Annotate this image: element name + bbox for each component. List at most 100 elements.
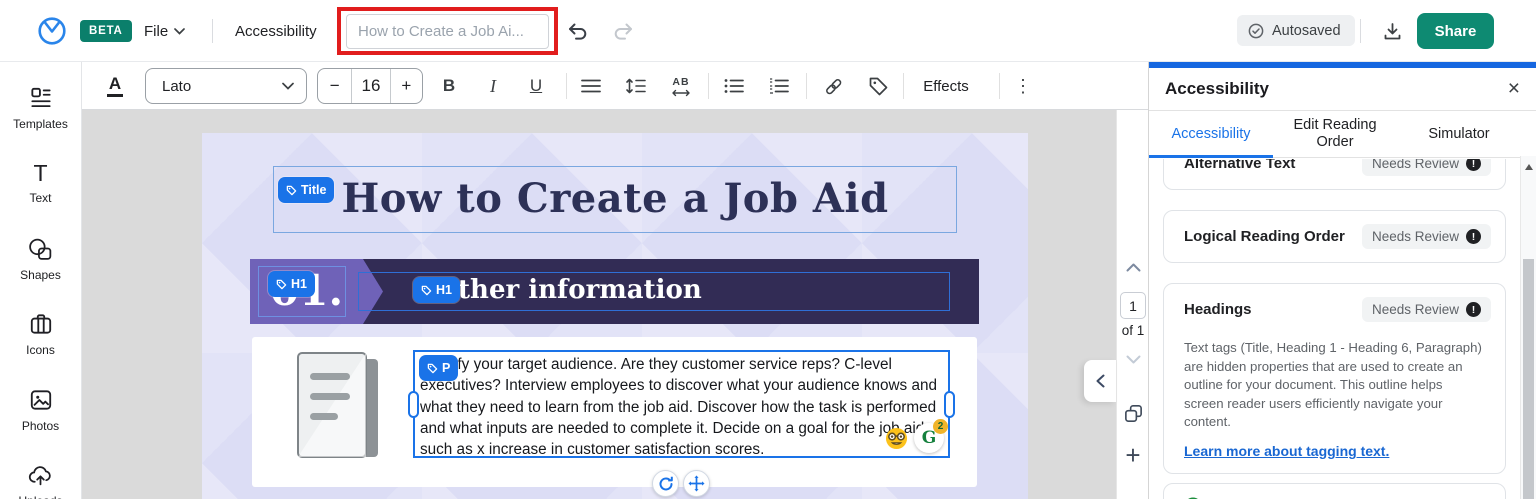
divider (999, 73, 1000, 99)
upload-cloud-icon (28, 466, 51, 486)
chevron-up-icon (1126, 263, 1140, 272)
venngage-editor: BETA File Accessibility How to Create a … (0, 0, 1536, 499)
share-button[interactable]: Share (1417, 13, 1494, 49)
rotate-button[interactable] (652, 470, 679, 497)
letter-spacing-button[interactable]: AB (666, 62, 696, 110)
beta-badge: BETA (80, 20, 132, 42)
divider (212, 19, 213, 43)
underline-button[interactable]: U (523, 62, 549, 110)
needs-review-badge[interactable]: Needs Review ! (1361, 224, 1491, 249)
link-button[interactable] (818, 62, 848, 110)
current-page-indicator[interactable]: 1 (1120, 292, 1146, 319)
paragraph-text: Identify your target audience. Are they … (420, 356, 937, 459)
autosaved-status: Autosaved (1237, 15, 1355, 46)
sidebar-item-shapes[interactable]: Shapes (0, 221, 81, 297)
sidebar-item-text[interactable]: T Text (0, 146, 81, 222)
sidebar-item-templates[interactable]: Templates (0, 70, 81, 146)
font-size-increase-button[interactable]: + (389, 69, 422, 103)
title-textbox[interactable]: How to Create a Job Aid Title (273, 166, 957, 233)
bullet-list-button[interactable] (720, 62, 748, 110)
page-up-button[interactable] (1117, 263, 1149, 272)
page-down-button[interactable] (1117, 355, 1149, 364)
close-icon[interactable]: × (1508, 78, 1520, 99)
alternative-text-card[interactable]: Alternative Text Needs Review ! (1163, 159, 1506, 190)
rotate-icon (659, 476, 673, 490)
panel-collapse-handle[interactable] (1084, 360, 1116, 402)
page-count-label: of 1 (1121, 323, 1145, 338)
alert-count-icon: ! (1466, 302, 1481, 317)
grammarly-icon[interactable]: G 2 (914, 419, 948, 453)
scrollbar-thumb[interactable] (1523, 259, 1534, 499)
venngage-logo-icon[interactable] (37, 16, 67, 46)
panel-scrollbar[interactable] (1520, 156, 1536, 499)
design-page[interactable]: How to Create a Job Aid Title 01. (202, 133, 1028, 499)
paragraph-textbox[interactable]: Identify your target audience. Are they … (408, 350, 955, 459)
title-tag-badge[interactable]: Title (278, 177, 335, 203)
more-options-button[interactable]: ⋮ (1010, 62, 1036, 110)
infographic-title: How to Create a Job Aid (341, 175, 889, 222)
numbered-list-button[interactable] (765, 62, 793, 110)
align-icon (581, 79, 601, 93)
tab-accessibility[interactable]: Accessibility (1149, 111, 1273, 158)
accessibility-menu[interactable]: Accessibility (235, 0, 317, 62)
heading-textbox[interactable]: Gather information H1 (358, 272, 950, 311)
section-heading: Gather information (419, 275, 702, 305)
canvas-workspace: How to Create a Job Aid Title 01. (82, 110, 1148, 499)
needs-review-badge[interactable]: Needs Review ! (1361, 159, 1491, 176)
italic-button[interactable]: I (480, 62, 506, 110)
photos-icon (30, 390, 51, 410)
line-spacing-icon (626, 78, 646, 94)
text-align-button[interactable] (578, 62, 604, 110)
tag-button[interactable] (863, 62, 893, 110)
text-color-swatch (107, 94, 123, 97)
effects-button[interactable]: Effects (916, 62, 976, 110)
divider (903, 73, 904, 99)
resize-handle-left[interactable] (408, 391, 419, 418)
tag-icon (286, 185, 297, 195)
tag-icon (276, 279, 287, 289)
line-spacing-button[interactable] (622, 62, 650, 110)
duplicate-icon (1124, 405, 1142, 422)
download-button[interactable] (1379, 18, 1405, 44)
divider (708, 73, 709, 99)
divider (1360, 19, 1361, 43)
add-page-button[interactable]: + (1117, 440, 1149, 471)
h1-tag-badge[interactable]: H1 (413, 277, 460, 303)
font-size-value[interactable]: 16 (352, 69, 389, 103)
bold-button[interactable]: B (436, 62, 462, 110)
tag-icon (869, 77, 887, 95)
top-bar: BETA File Accessibility How to Create a … (0, 0, 1536, 62)
logical-reading-order-card[interactable]: Logical Reading Order Needs Review ! (1163, 210, 1506, 263)
link-icon (825, 78, 841, 94)
sidebar-item-uploads[interactable]: Uploads (0, 448, 81, 499)
font-size-decrease-button[interactable]: − (318, 69, 353, 103)
learn-more-link[interactable]: Learn more about tagging text. (1164, 432, 1505, 473)
needs-review-badge[interactable]: Needs Review ! (1361, 297, 1491, 322)
p-tag-badge[interactable]: P (419, 355, 459, 381)
highlight-annotation-box (337, 7, 558, 55)
format-toolbar: A Lato − 16 + B I U AB Effects ⋮ (82, 62, 1148, 110)
undo-icon (569, 23, 587, 40)
move-icon (688, 475, 705, 492)
duplicate-page-button[interactable] (1117, 403, 1149, 424)
font-family-select[interactable]: Lato (145, 68, 307, 104)
left-sidebar: Templates T Text Shapes Icons Photos (0, 62, 82, 499)
undo-button[interactable] (565, 19, 591, 45)
tag-icon (421, 285, 432, 295)
horizontal-arrows-icon (672, 89, 690, 96)
move-button[interactable] (683, 470, 710, 497)
tab-edit-reading-order[interactable]: Edit Reading Order (1273, 111, 1397, 157)
scroll-up-arrow-icon[interactable] (1525, 164, 1533, 170)
headings-passed-card[interactable]: Headings are used hierarchically (1163, 482, 1506, 499)
tab-simulator[interactable]: Simulator (1397, 111, 1521, 157)
text-color-button[interactable]: A (98, 62, 132, 110)
redo-button[interactable] (610, 19, 636, 45)
headings-card[interactable]: Headings Needs Review ! Text tags (Title… (1163, 283, 1506, 474)
resize-handle-right[interactable] (944, 391, 955, 418)
file-menu[interactable]: File (144, 0, 186, 62)
h1-tag-badge[interactable]: H1 (268, 271, 315, 297)
sidebar-item-icons[interactable]: Icons (0, 297, 81, 373)
sidebar-item-photos[interactable]: Photos (0, 372, 81, 448)
panel-header: Accessibility × (1149, 68, 1536, 111)
page-controls-strip: 1 of 1 + (1116, 110, 1148, 499)
